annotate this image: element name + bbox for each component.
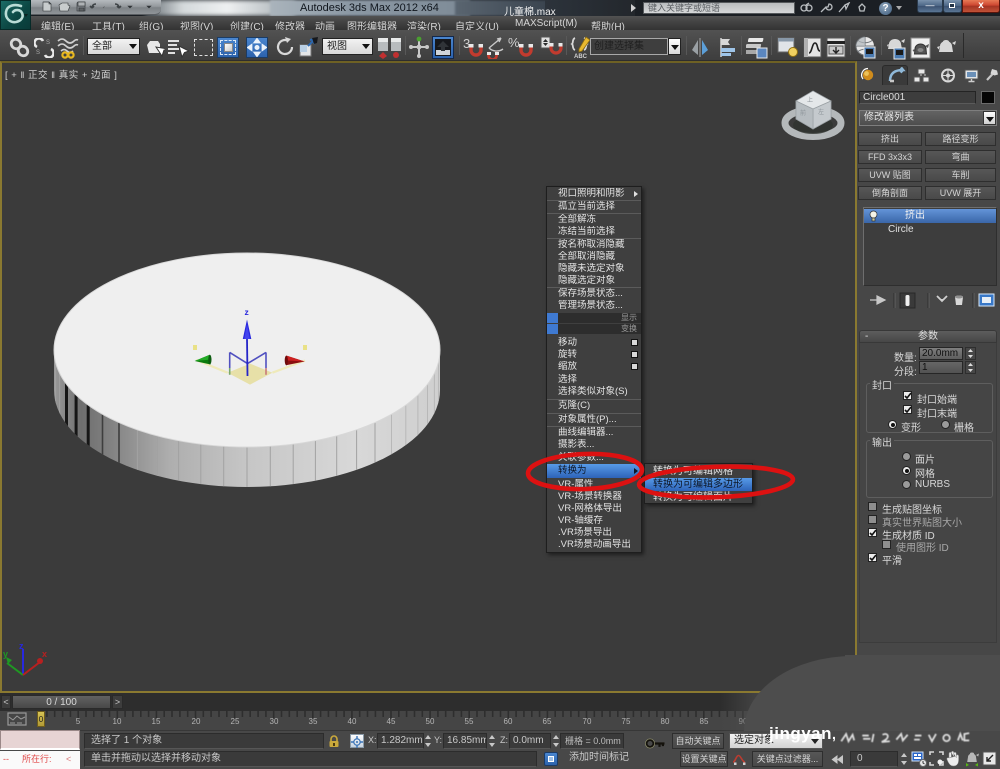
svg-text:前: 前 bbox=[800, 109, 806, 117]
svg-text:上: 上 bbox=[807, 96, 813, 104]
svg-text:S: S bbox=[46, 40, 50, 46]
svg-text:x: x bbox=[42, 649, 47, 659]
svg-text:S: S bbox=[36, 50, 40, 56]
svg-text:z: z bbox=[19, 641, 24, 651]
svg-text:ABC: ABC bbox=[574, 54, 588, 60]
svg-text:z: z bbox=[245, 307, 249, 317]
svg-text:左: 左 bbox=[818, 108, 824, 116]
svg-text:y: y bbox=[3, 649, 8, 659]
